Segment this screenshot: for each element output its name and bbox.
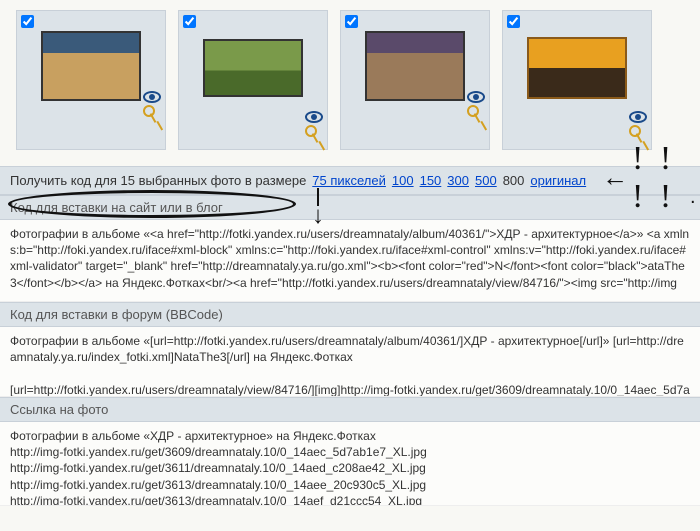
thumb-checkbox[interactable] [21,15,34,28]
code-html[interactable]: Фотографии в альбоме «<a href="http://fo… [0,220,700,302]
section-title-bbcode: Код для вставки в форум (BBCode) [0,302,700,327]
thumb-card[interactable] [178,10,328,150]
key-icon[interactable] [143,105,159,121]
size-link-75[interactable]: 75 пикселей [312,173,386,188]
size-link-100[interactable]: 100 [392,173,414,188]
thumb-image[interactable] [41,31,141,101]
size-bar: Получить код для 15 выбранных фото в раз… [0,166,700,195]
eye-icon[interactable] [467,91,485,103]
code-bbcode[interactable]: Фотографии в альбоме «[url=http://fotki.… [0,327,700,397]
thumb-checkbox[interactable] [183,15,196,28]
thumb-checkbox[interactable] [345,15,358,28]
size-link-500[interactable]: 500 [475,173,497,188]
thumb-checkbox[interactable] [507,15,520,28]
size-link-original[interactable]: оригинал [530,173,586,188]
thumb-image[interactable] [527,37,627,99]
code-links[interactable]: Фотографии в альбоме «ХДР - архитектурно… [0,422,700,506]
thumb-image[interactable] [203,39,303,97]
key-icon[interactable] [305,125,321,141]
thumbnail-row [0,0,700,166]
thumb-image[interactable] [365,31,465,101]
thumb-card[interactable] [16,10,166,150]
eye-icon[interactable] [629,111,647,123]
section-title-html: Код для вставки на сайт или в блог [0,195,700,220]
key-icon[interactable] [467,105,483,121]
size-prefix: Получить код для 15 выбранных фото в раз… [10,173,306,188]
thumb-card[interactable] [340,10,490,150]
size-active: 800 [503,173,525,188]
eye-icon[interactable] [305,111,323,123]
thumb-card[interactable] [502,10,652,150]
key-icon[interactable] [629,125,645,141]
size-link-300[interactable]: 300 [447,173,469,188]
size-link-150[interactable]: 150 [420,173,442,188]
section-title-link: Ссылка на фото [0,397,700,422]
eye-icon[interactable] [143,91,161,103]
